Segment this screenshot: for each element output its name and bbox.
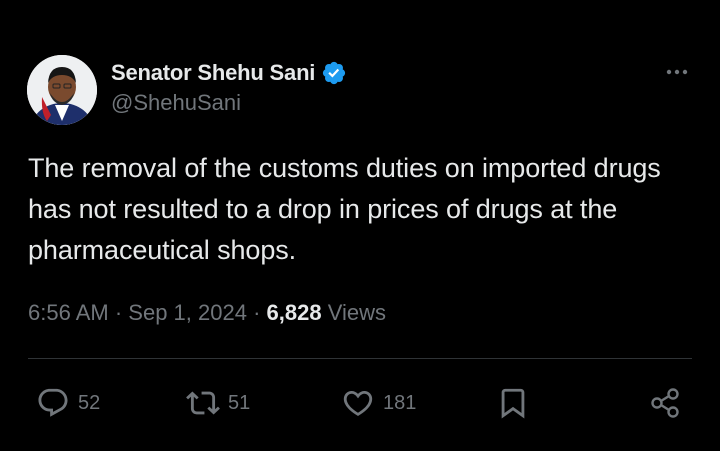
meta-separator: · [114, 300, 123, 325]
bookmark-button[interactable] [496, 383, 530, 423]
author-info: Senator Shehu Sani @ShehuSani [111, 58, 347, 116]
author-handle[interactable]: @ShehuSani [111, 90, 347, 116]
action-bar: 52 51 181 [0, 383, 720, 423]
avatar[interactable] [27, 55, 97, 125]
author-display-name[interactable]: Senator Shehu Sani [111, 60, 315, 86]
author-name-row: Senator Shehu Sani [111, 58, 347, 88]
tweet-meta: 6:56 AM · Sep 1, 2024 · 6,828 Views [28, 300, 386, 326]
tweet-text: The removal of the customs duties on imp… [28, 153, 661, 265]
like-button[interactable]: 181 [341, 383, 416, 423]
heart-icon [343, 390, 373, 416]
retweet-icon [186, 391, 220, 415]
reply-button[interactable]: 52 [36, 383, 100, 423]
retweet-count: 51 [228, 391, 251, 414]
like-count: 181 [383, 391, 417, 414]
more-options-icon[interactable] [664, 64, 690, 80]
tweet-time[interactable]: 6:56 AM [28, 300, 109, 325]
reply-count: 52 [78, 391, 101, 414]
meta-separator: · [253, 300, 261, 325]
views-count: 6,828 [266, 300, 322, 325]
verified-badge-icon[interactable] [321, 60, 347, 86]
bookmark-icon [501, 388, 525, 419]
views-label: Views [327, 300, 387, 325]
retweet-button[interactable]: 51 [186, 383, 250, 423]
share-icon [651, 388, 679, 418]
tweet-date[interactable]: Sep 1, 2024 [128, 300, 247, 325]
avatar-image [27, 55, 97, 125]
reply-icon [38, 388, 68, 417]
divider [28, 358, 692, 359]
share-button[interactable] [648, 383, 682, 423]
